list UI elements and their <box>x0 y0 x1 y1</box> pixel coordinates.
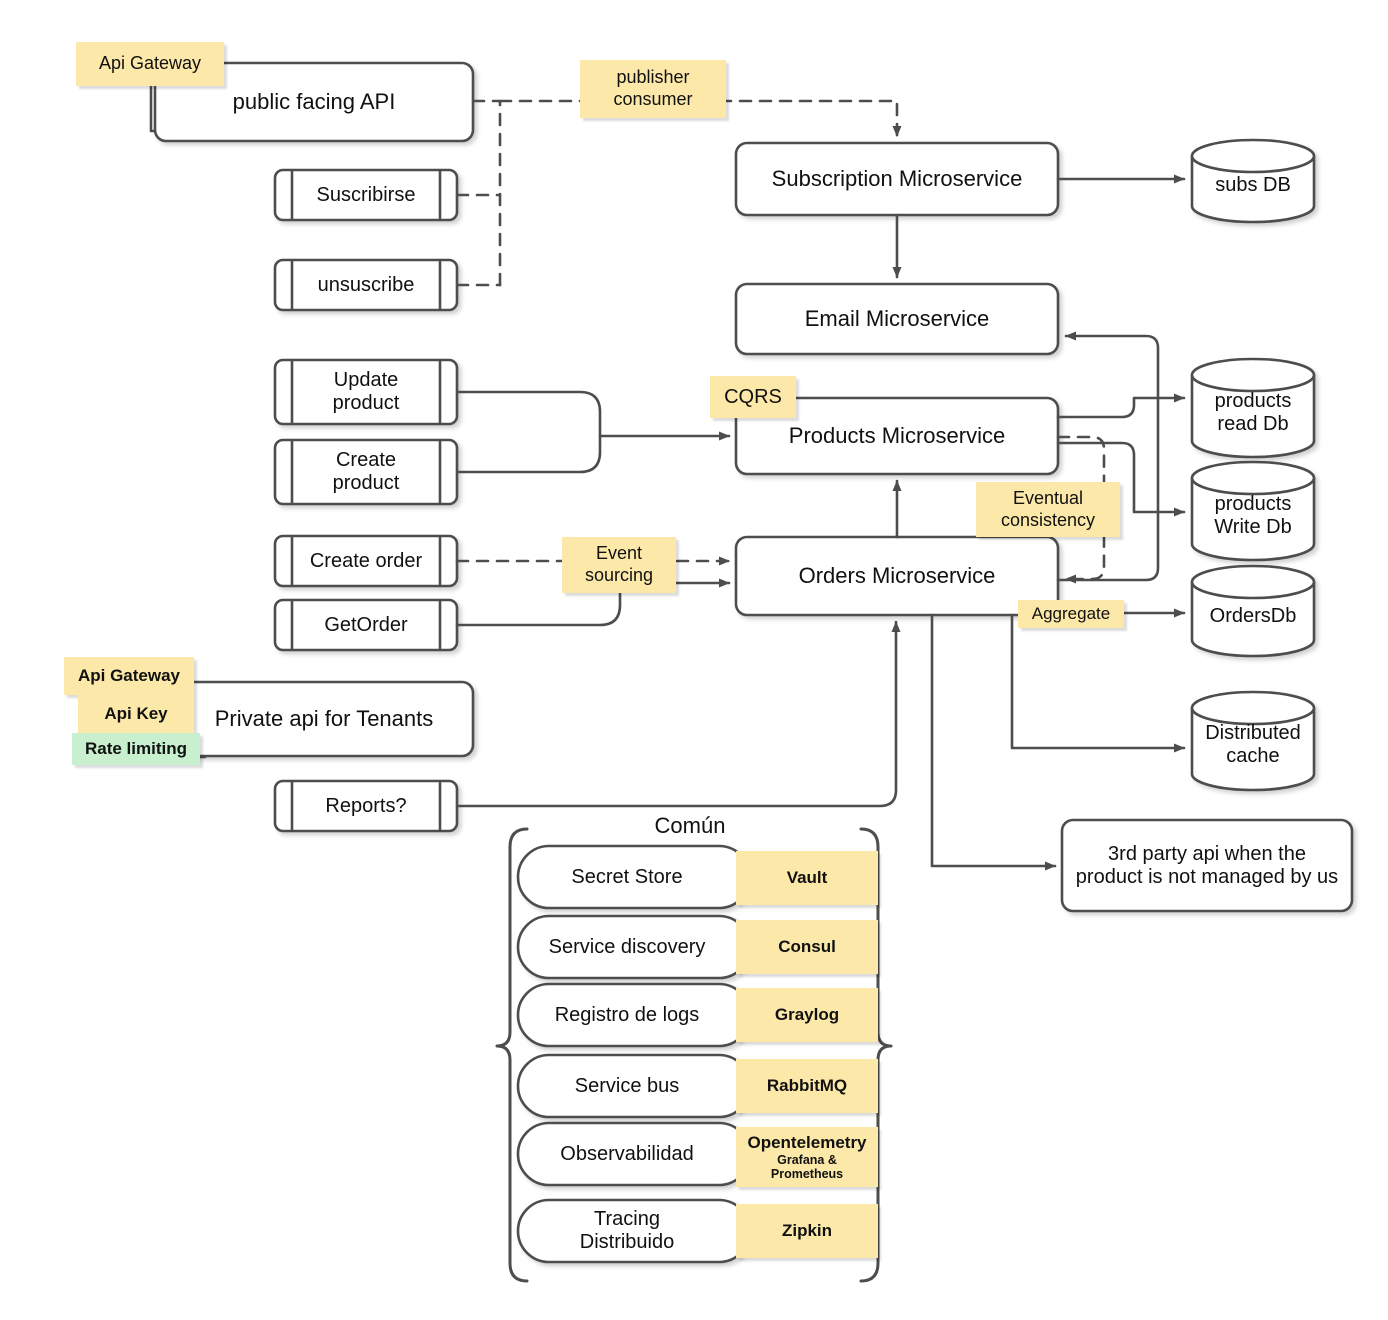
db-products-write-shape[interactable] <box>1190 460 1316 562</box>
op-update-product-box[interactable] <box>273 358 459 426</box>
architecture-diagram: public facing API Private api for Tenant… <box>0 0 1388 1320</box>
op-create-order-box[interactable] <box>273 534 459 588</box>
common-row-5-box[interactable] <box>516 1198 752 1264</box>
note-rate-limiting: Rate limiting <box>72 733 200 765</box>
common-row-3-box[interactable] <box>516 1053 752 1119</box>
common-row-4-tool: Opentelemetry Grafana & Prometheus <box>736 1127 878 1187</box>
db-distributed-cache-shape[interactable] <box>1190 690 1316 792</box>
note-eventual-consistency: Eventual consistency <box>976 482 1120 537</box>
orders-service-box[interactable] <box>734 535 1060 617</box>
common-row-4-tool-name: Opentelemetry <box>747 1132 867 1152</box>
common-row-4-box[interactable] <box>516 1121 752 1187</box>
note-publisher-consumer: publisher consumer <box>580 60 726 118</box>
note-api-key: Api Key <box>78 695 194 733</box>
subscription-service-box[interactable] <box>734 141 1060 217</box>
note-event-sourcing: Event sourcing <box>562 537 676 593</box>
private-api-box[interactable] <box>153 680 475 758</box>
common-row-2-box[interactable] <box>516 982 752 1048</box>
conn-orders-to-third-party <box>930 613 1057 871</box>
op-suscribirse-box[interactable] <box>273 168 459 222</box>
conn-update-product-to-products <box>455 390 731 441</box>
email-service-box[interactable] <box>734 282 1060 356</box>
common-row-1-box[interactable] <box>516 914 752 980</box>
op-getorder-box[interactable] <box>273 598 459 652</box>
common-row-3-tool: RabbitMQ <box>736 1059 878 1113</box>
op-reports-box[interactable] <box>273 779 459 833</box>
note-api-gateway-private: Api Gateway <box>64 657 194 695</box>
conn-reports-to-orders <box>455 620 901 808</box>
op-unsuscribe-box[interactable] <box>273 258 459 312</box>
conn-orders-to-email <box>1056 331 1160 582</box>
conn-orders-to-cache <box>1010 613 1186 753</box>
diagram-canvas <box>148 61 1354 1283</box>
common-row-0-box[interactable] <box>516 844 752 910</box>
common-row-5-tool: Zipkin <box>736 1204 878 1258</box>
third-party-api-box[interactable] <box>1060 818 1354 913</box>
op-create-product-box[interactable] <box>273 438 459 506</box>
common-row-0-tool: Vault <box>736 851 878 905</box>
db-orders-shape[interactable] <box>1190 564 1316 658</box>
conn-create-product-to-products <box>455 434 602 474</box>
common-row-4-tool-sub: Grafana & Prometheus <box>770 1153 844 1182</box>
conn-products-to-read-db <box>1056 393 1186 419</box>
note-cqrs: CQRS <box>710 376 796 418</box>
db-products-read-shape[interactable] <box>1190 357 1316 459</box>
note-api-gateway-public: Api Gateway <box>76 42 224 86</box>
db-subs-shape[interactable] <box>1190 138 1316 224</box>
common-row-1-tool: Consul <box>736 920 878 974</box>
common-row-2-tool: Graylog <box>736 988 878 1042</box>
note-aggregate: Aggregate <box>1018 600 1124 628</box>
